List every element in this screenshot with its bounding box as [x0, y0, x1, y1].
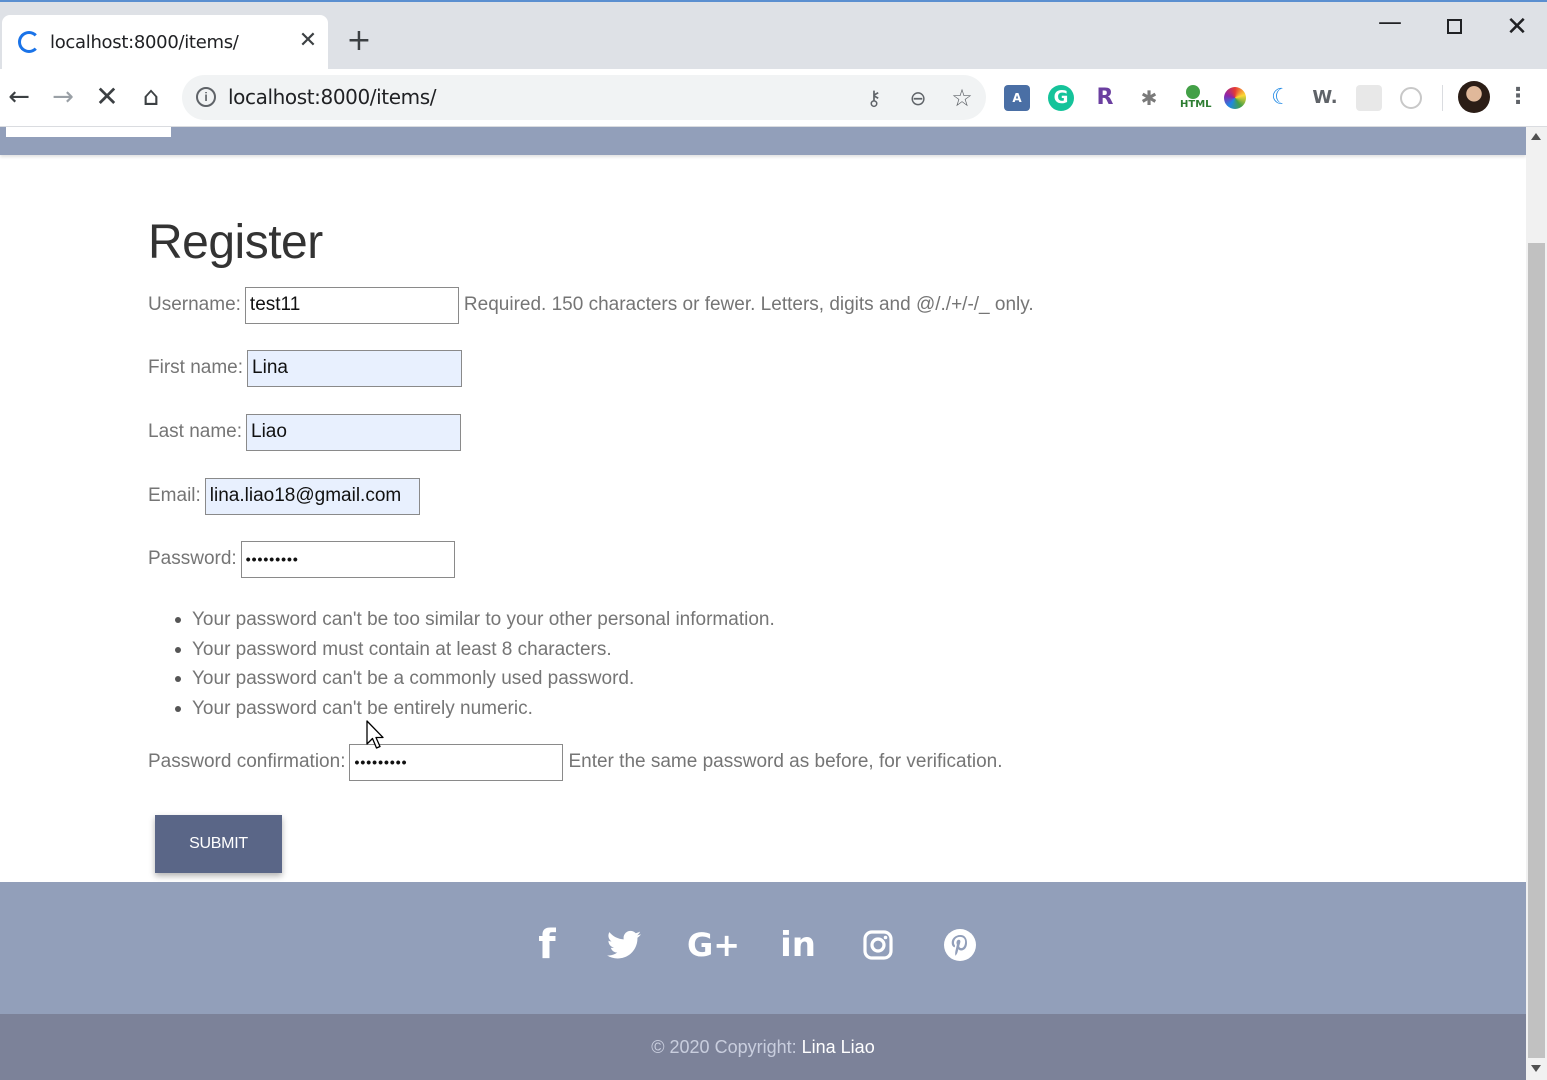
circle-extension-icon[interactable]	[1400, 87, 1422, 109]
first-name-label: First name:	[148, 357, 244, 378]
window-close-button[interactable]: ✕	[1497, 10, 1537, 44]
w-extension-icon[interactable]: W.	[1312, 85, 1338, 111]
instagram-icon[interactable]	[853, 920, 903, 970]
password-hint: Your password can't be a commonly used p…	[175, 664, 775, 694]
color-wheel-extension-icon[interactable]	[1224, 87, 1246, 109]
copyright-owner-link[interactable]: Lina Liao	[802, 1037, 875, 1057]
password-hint: Your password can't be entirely numeric.	[175, 694, 775, 724]
scroll-up-arrow-icon[interactable]	[1531, 133, 1541, 140]
password-confirmation-row: Password confirmation: Enter the same pa…	[148, 743, 1003, 781]
email-row: Email:	[148, 477, 420, 515]
address-bar[interactable]: i localhost:8000/items/ ⚷ ⊖ ☆	[182, 75, 986, 120]
loading-spinner-icon	[18, 31, 40, 53]
password-hint: Your password can't be too similar to yo…	[175, 605, 775, 635]
maximize-icon	[1446, 19, 1462, 34]
stop-loading-icon[interactable]: ✕	[91, 81, 123, 113]
email-label: Email:	[148, 485, 201, 506]
extension-bookmark-icon[interactable]: A	[1004, 85, 1030, 111]
tab-title: localhost:8000/items/	[50, 32, 239, 53]
pinterest-icon[interactable]	[935, 920, 985, 970]
toolbar-divider	[1442, 85, 1443, 111]
back-arrow-icon[interactable]: ←	[3, 81, 35, 113]
scrollbar-thumb[interactable]	[1528, 243, 1545, 1058]
email-field[interactable]	[204, 477, 420, 515]
url-text[interactable]: localhost:8000/items/	[228, 85, 437, 109]
page-viewport: Register Username: Required. 150 charact…	[0, 127, 1526, 1080]
site-footer: f G+ in	[0, 882, 1526, 1014]
new-tab-button[interactable]: +	[344, 26, 374, 56]
username-label: Username:	[148, 294, 241, 315]
username-field[interactable]	[244, 286, 459, 324]
submit-button[interactable]: SUBMIT	[155, 815, 282, 873]
password-label: Password:	[148, 548, 237, 569]
password-confirmation-help-text: Enter the same password as before, for v…	[568, 751, 1003, 772]
mouse-cursor-icon	[366, 720, 384, 749]
zoom-out-icon[interactable]: ⊖	[904, 84, 932, 112]
password-field[interactable]	[240, 540, 455, 578]
last-name-field[interactable]	[246, 413, 461, 451]
browser-tab-strip: localhost:8000/items/ ✕ + — ✕	[0, 0, 1547, 71]
bookmark-star-icon[interactable]: ☆	[948, 84, 976, 112]
grammarly-extension-icon[interactable]: G	[1048, 85, 1074, 111]
grid-extension-icon[interactable]	[1356, 85, 1382, 111]
page-scrollbar[interactable]	[1526, 127, 1547, 1080]
twitter-icon[interactable]	[599, 920, 649, 970]
moon-extension-icon[interactable]: ☾	[1268, 85, 1294, 111]
password-key-icon[interactable]: ⚷	[860, 84, 888, 112]
minimize-button[interactable]: —	[1370, 10, 1410, 44]
r-extension-icon[interactable]: R	[1092, 85, 1118, 111]
first-name-field[interactable]	[247, 349, 463, 387]
navbar-active-item[interactable]	[6, 127, 171, 137]
html-tree-extension-icon[interactable]: HTML	[1180, 85, 1212, 111]
facebook-icon[interactable]: f	[522, 920, 572, 970]
password-confirmation-label: Password confirmation:	[148, 751, 346, 772]
last-name-row: Last name:	[148, 413, 461, 451]
username-help-text: Required. 150 characters or fewer. Lette…	[463, 294, 1034, 315]
first-name-row: First name:	[148, 349, 463, 387]
browser-menu-icon[interactable]: ⋮	[1506, 81, 1530, 113]
password-row: Password:	[148, 540, 455, 578]
password-requirements-list: Your password can't be too similar to yo…	[175, 605, 775, 724]
bug-extension-icon[interactable]: ✱	[1136, 85, 1162, 111]
password-hint: Your password must contain at least 8 ch…	[175, 635, 775, 665]
home-icon[interactable]: ⌂	[135, 81, 167, 113]
tab-close-icon[interactable]: ✕	[296, 29, 320, 53]
last-name-label: Last name:	[148, 421, 242, 442]
profile-avatar[interactable]	[1458, 81, 1490, 113]
site-navbar	[0, 127, 1526, 155]
scroll-down-arrow-icon[interactable]	[1531, 1065, 1541, 1072]
footer-copyright: © 2020 Copyright: Lina Liao	[0, 1014, 1526, 1080]
google-plus-icon[interactable]: G+	[687, 920, 740, 970]
forward-arrow-icon[interactable]: →	[47, 81, 79, 113]
site-info-icon[interactable]: i	[196, 87, 216, 107]
browser-tab[interactable]: localhost:8000/items/ ✕	[2, 15, 328, 71]
browser-toolbar: ← → ✕ ⌂ i localhost:8000/items/ ⚷ ⊖ ☆ A …	[0, 69, 1547, 127]
copyright-text: © 2020 Copyright:	[651, 1037, 797, 1057]
page-title: Register	[148, 216, 323, 269]
username-row: Username: Required. 150 characters or fe…	[148, 286, 1034, 324]
linkedin-icon[interactable]: in	[773, 920, 823, 970]
maximize-button[interactable]	[1434, 10, 1474, 44]
